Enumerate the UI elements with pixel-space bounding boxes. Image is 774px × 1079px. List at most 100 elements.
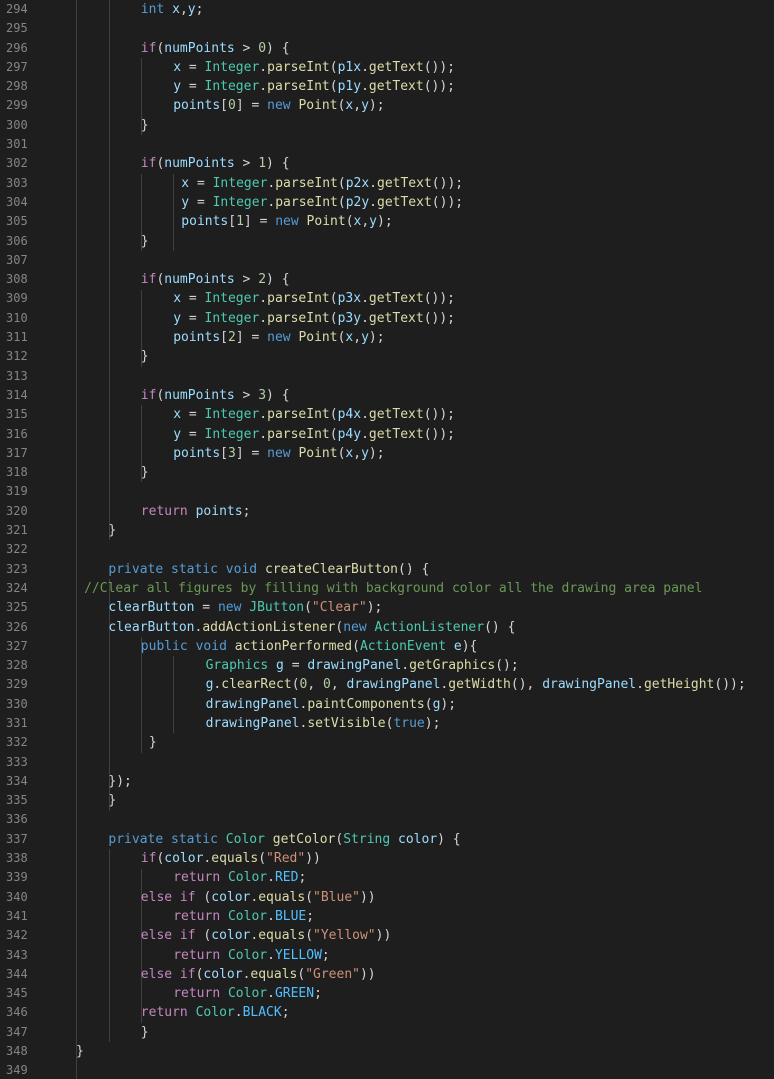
code-line[interactable]: 332}	[0, 733, 774, 752]
code-line[interactable]: 327 public void actionPerformed(ActionEve…	[0, 637, 774, 656]
code-lines[interactable]: 294 int x,y; 295 296 if(numPoints > 0) {297 x…	[0, 0, 774, 1079]
code-line[interactable]: 315 x = Integer.parseInt(p4x.getText());	[0, 405, 774, 424]
code-line[interactable]: 341 return Color.BLUE;	[0, 907, 774, 926]
code-line[interactable]: 334});	[0, 772, 774, 791]
code-line[interactable]: 324 //Clear all figures by filling with b…	[0, 579, 774, 598]
code-line[interactable]: 304 y = Integer.parseInt(p2y.getText());	[0, 193, 774, 212]
code-line[interactable]: 344 else if(color.equals("Green"))	[0, 965, 774, 984]
code-token: else if	[140, 889, 204, 905]
code-line[interactable]: 340 else if (color.equals("Blue"))	[0, 888, 774, 907]
code-line[interactable]: 318}	[0, 463, 774, 482]
code-line[interactable]: 297 x = Integer.parseInt(p1x.getText());	[0, 58, 774, 77]
code-line[interactable]: 346 return Color.BLACK;	[0, 1003, 774, 1022]
code-token: ;	[314, 986, 322, 1002]
line-code: }	[108, 521, 116, 540]
code-token: Integer	[204, 291, 260, 307]
code-line[interactable]: 311 points[2] = new Point(x,y);	[0, 328, 774, 347]
code-token: .	[636, 677, 644, 693]
code-token: ,	[179, 2, 188, 17]
code-line[interactable]: 338 if(color.equals("Red"))	[0, 849, 774, 868]
code-line[interactable]: 329 g.clearRect(0, 0, drawingPanel.getWid…	[0, 675, 774, 694]
code-line[interactable]: 321}	[0, 521, 774, 540]
code-line[interactable]: 305 points[1] = new Point(x,y);	[0, 212, 774, 231]
code-token: points	[195, 503, 243, 519]
line-code: return Color.RED;	[173, 868, 306, 887]
code-line[interactable]: 326 clearButton.addActionListener(new Act…	[0, 618, 774, 637]
code-token: private static void	[108, 561, 265, 577]
code-line[interactable]: 309 x = Integer.parseInt(p3x.getText());	[0, 289, 774, 308]
code-line[interactable]: 317 points[3] = new Point(x,y);	[0, 444, 774, 463]
code-token: numPoints	[164, 156, 235, 172]
code-line[interactable]: 295	[0, 19, 774, 38]
code-line[interactable]: 307	[0, 251, 774, 270]
code-line[interactable]: 299 points[0] = new Point(x,y);	[0, 96, 774, 115]
code-token: Color	[195, 1005, 235, 1021]
line-number: 347	[6, 1024, 28, 1039]
line-code: points[1] = new Point(x,y);	[181, 212, 392, 231]
code-line[interactable]: 333	[0, 753, 774, 772]
code-line[interactable]: 313	[0, 367, 774, 386]
code-line[interactable]: 343 return Color.YELLOW;	[0, 946, 774, 965]
code-line[interactable]: 302 if(numPoints > 1) {	[0, 154, 774, 173]
code-line[interactable]: 328 Graphics g = drawingPanel.getGraphics…	[0, 656, 774, 675]
code-token: ());	[423, 310, 455, 326]
line-code: y = Integer.parseInt(p2y.getText());	[181, 193, 463, 212]
line-number: 321	[6, 523, 28, 538]
code-line[interactable]: 337 private static Color getColor(String …	[0, 830, 774, 849]
code-line[interactable]: 320 return points;	[0, 502, 774, 521]
code-token: points	[181, 214, 229, 230]
code-line[interactable]: 322	[0, 540, 774, 559]
code-line[interactable]: 348}	[0, 1042, 774, 1061]
line-code: return Color.BLACK;	[141, 1003, 290, 1022]
code-line[interactable]: 323 private static void createClearButton…	[0, 560, 774, 579]
code-line[interactable]: 347}	[0, 1023, 774, 1042]
code-token: .	[361, 310, 369, 326]
line-number: 329	[6, 677, 28, 692]
code-line[interactable]: 339 return Color.RED;	[0, 868, 774, 887]
code-line[interactable]: 330 drawingPanel.paintComponents(g);	[0, 695, 774, 714]
code-token: =	[181, 426, 205, 442]
code-token: else if	[140, 966, 196, 982]
code-line[interactable]: 345 return Color.GREEN;	[0, 984, 774, 1003]
line-code: private static Color getColor(String col…	[108, 830, 460, 849]
code-line[interactable]: 310 y = Integer.parseInt(p3y.getText());	[0, 309, 774, 328]
code-token: =	[181, 79, 205, 95]
code-token: ,	[353, 330, 362, 346]
code-line[interactable]: 312}	[0, 347, 774, 366]
code-token: actionPerformed	[234, 638, 353, 654]
code-token: parseInt	[267, 310, 330, 326]
code-line[interactable]: 314 if(numPoints > 3) {	[0, 386, 774, 405]
code-line[interactable]: 294 int x,y;	[0, 0, 774, 19]
code-line[interactable]: 298 y = Integer.parseInt(p1y.getText());	[0, 77, 774, 96]
code-line[interactable]: 325 clearButton = new JButton("Clear");	[0, 598, 774, 617]
code-token: }	[108, 793, 117, 809]
code-line[interactable]: 300}	[0, 116, 774, 135]
code-line[interactable]: 306}	[0, 232, 774, 251]
code-token: new	[275, 214, 307, 230]
code-line[interactable]: 331 drawingPanel.setVisible(true);	[0, 714, 774, 733]
code-token: (),	[510, 677, 543, 693]
code-token: new	[267, 330, 299, 346]
code-line[interactable]: 335}	[0, 791, 774, 810]
code-token: parseInt	[267, 59, 330, 75]
code-line[interactable]: 342 else if (color.equals("Yellow"))	[0, 926, 774, 945]
line-code: x = Integer.parseInt(p4x.getText());	[173, 405, 455, 424]
code-line[interactable]: 296 if(numPoints > 0) {	[0, 39, 774, 58]
code-token: () {	[484, 619, 516, 635]
code-line[interactable]: 301	[0, 135, 774, 154]
code-token: 0	[227, 98, 236, 114]
code-line[interactable]: 316 y = Integer.parseInt(p4y.getText());	[0, 425, 774, 444]
code-token: }	[140, 233, 149, 249]
code-token: >	[234, 156, 259, 172]
code-line[interactable]: 349	[0, 1061, 774, 1079]
code-token: .	[401, 658, 410, 674]
code-line[interactable]: 319	[0, 482, 774, 501]
code-token: ] =	[235, 445, 268, 461]
code-editor[interactable]: 294 int x,y; 295 296 if(numPoints > 0) {297 x…	[0, 0, 774, 1079]
code-line[interactable]: 336	[0, 810, 774, 829]
code-token: points	[173, 98, 221, 114]
code-line[interactable]: 308 if(numPoints > 2) {	[0, 270, 774, 289]
code-line[interactable]: 303 x = Integer.parseInt(p2x.getText());	[0, 174, 774, 193]
code-token: paintComponents	[307, 696, 425, 712]
code-token: getText	[368, 310, 424, 326]
